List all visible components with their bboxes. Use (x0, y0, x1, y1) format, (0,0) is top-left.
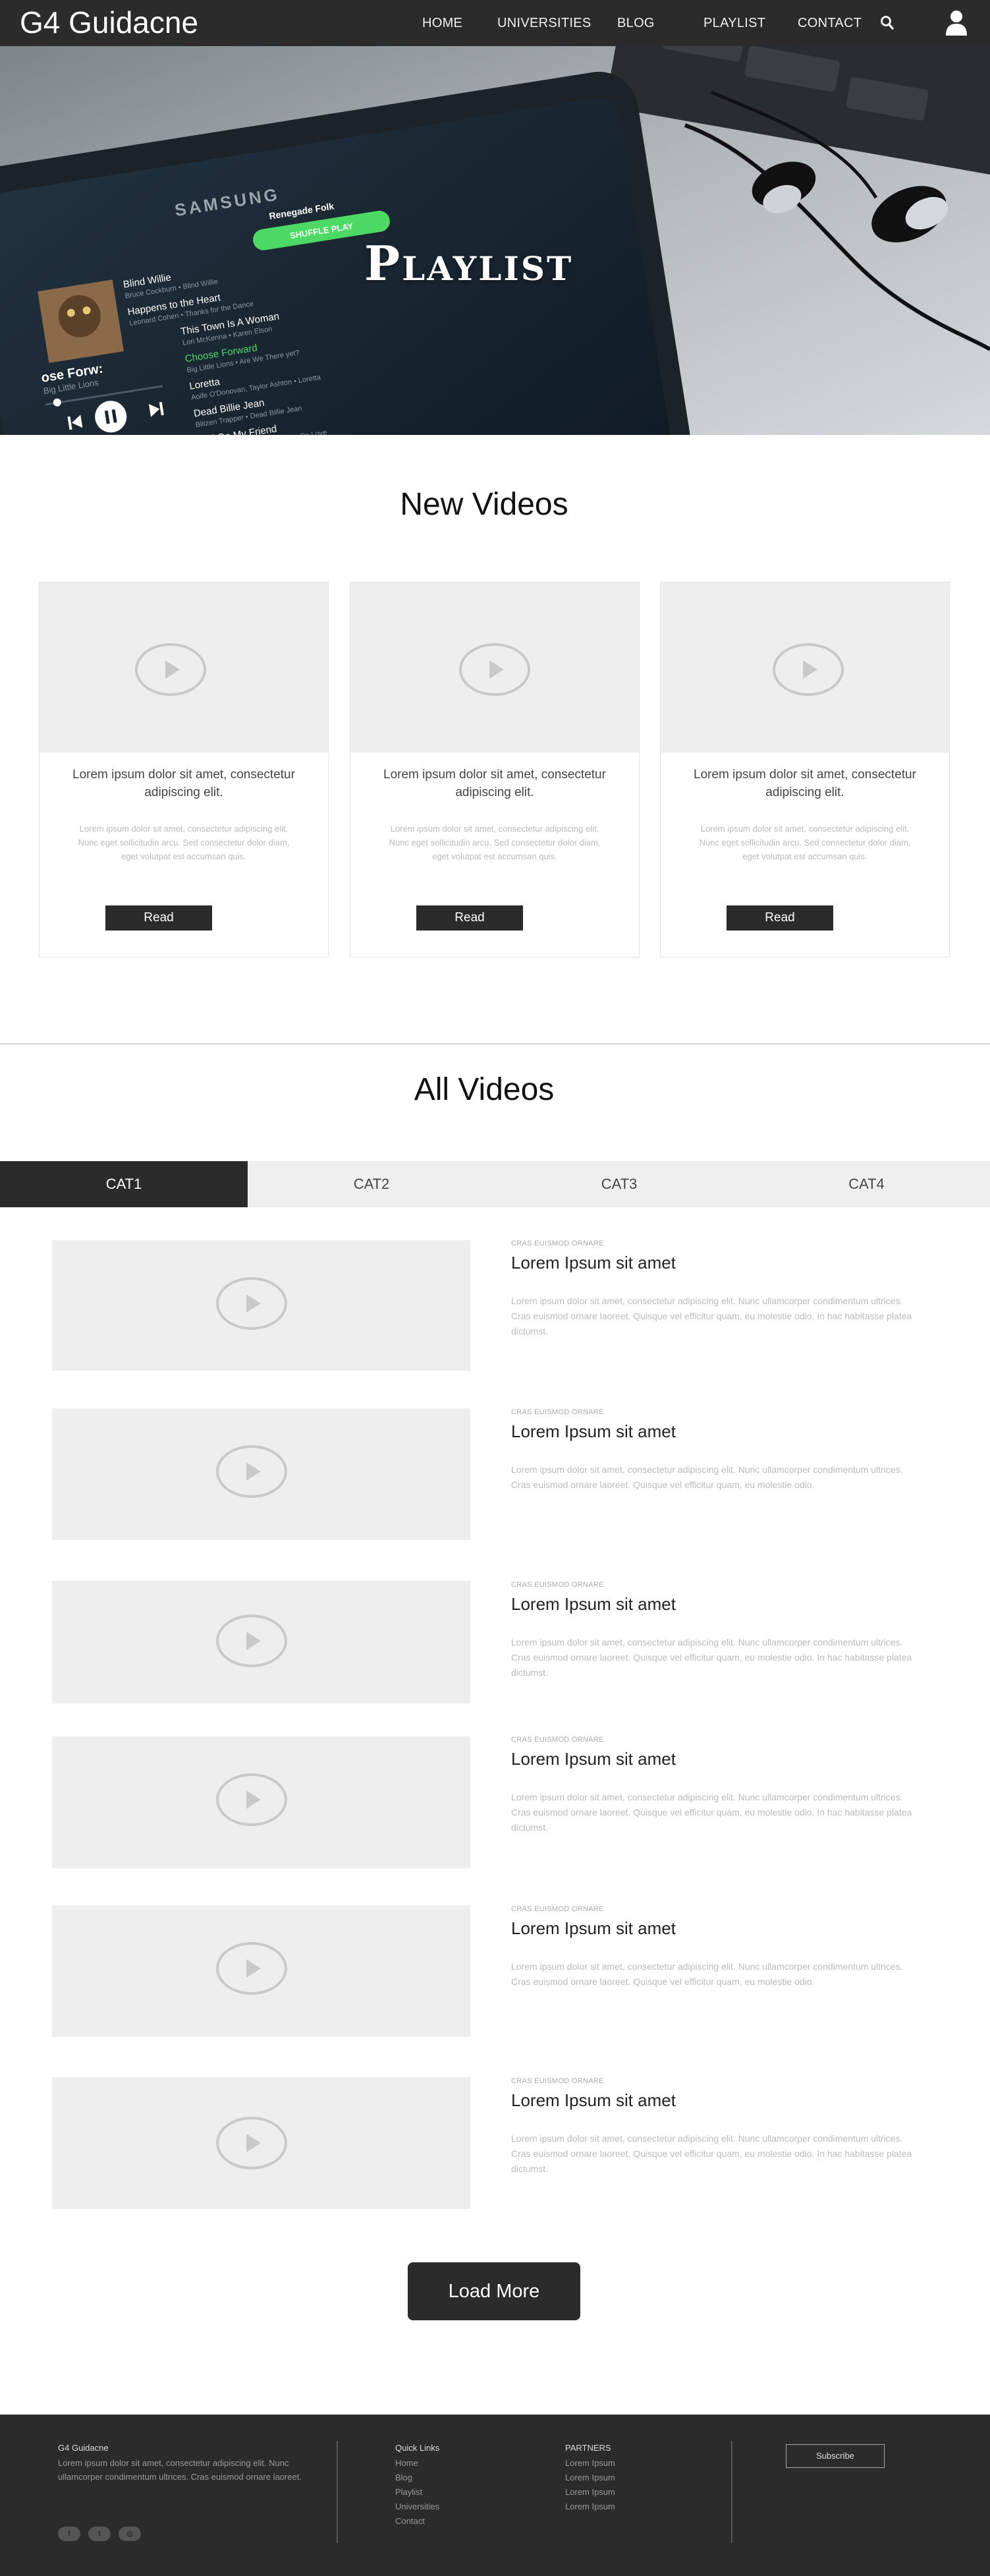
footer: G4 Guidacne Lorem ipsum dolor sit amet, … (0, 2415, 990, 2576)
video-card: Lorem ipsum dolor sit amet, consectetur … (39, 582, 329, 958)
read-button[interactable]: Read (727, 905, 833, 930)
page: G4 Guidacne HOME UNIVERSITIES BLOG PLAYL… (0, 0, 990, 2576)
video-title[interactable]: Lorem Ipsum sit amet (511, 1748, 676, 1769)
section-divider (0, 1043, 990, 1045)
video-description: Lorem ipsum dolor sit amet, consectetur … (511, 2133, 912, 2174)
partner-link[interactable]: Lorem Ipsum (565, 2487, 615, 2497)
nav-home[interactable]: HOME (422, 15, 462, 31)
video-description: Lorem ipsum dolor sit amet, consectetur … (511, 1792, 912, 1833)
play-icon[interactable] (216, 1942, 287, 1995)
partner-link[interactable]: Lorem Ipsum (565, 2458, 615, 2468)
video-thumbnail[interactable] (52, 1240, 470, 1371)
hero-title: Playlist (364, 235, 574, 291)
video-title[interactable]: Lorem Ipsum sit amet (511, 1252, 676, 1273)
video-thumbnail[interactable] (52, 1581, 470, 1703)
footer-brand: G4 Guidacne (58, 2443, 109, 2453)
hero-banner: SAMSUNG Renegade Folk SHUFFLE PLAY Blind… (0, 46, 990, 435)
nav-blog[interactable]: BLOG (617, 15, 655, 31)
video-thumbnail[interactable] (52, 2077, 470, 2209)
video-description: Lorem ipsum dolor sit amet, consectetur … (511, 1296, 912, 1336)
tab-cat2[interactable]: CAT2 (248, 1161, 495, 1207)
video-thumbnail[interactable] (52, 1408, 470, 1540)
card-text: Lorem ipsum dolor sit amet, consectetur … (78, 824, 290, 861)
read-button[interactable]: Read (105, 905, 212, 930)
card-title: Lorem ipsum dolor sit amet, consectetur … (694, 768, 916, 799)
footer-divider (731, 2441, 732, 2543)
nav-contact[interactable]: CONTACT (798, 15, 862, 31)
video-title[interactable]: Lorem Ipsum sit amet (511, 1593, 676, 1615)
video-category: CRAS EUISMOD ORNARE (511, 1736, 604, 1744)
footer-link-contact[interactable]: Contact (395, 2516, 425, 2526)
video-card: Lorem ipsum dolor sit amet, consectetur … (350, 582, 640, 958)
footer-about-text: Lorem ipsum dolor sit amet, consectetur … (58, 2458, 302, 2482)
top-navbar: G4 Guidacne HOME UNIVERSITIES BLOG PLAYL… (0, 0, 990, 46)
footer-link-playlist[interactable]: Playlist (395, 2487, 422, 2497)
video-thumbnail[interactable] (52, 1736, 470, 1868)
video-title[interactable]: Lorem Ipsum sit amet (511, 1918, 676, 1939)
partner-link[interactable]: Lorem Ipsum (565, 2473, 615, 2482)
search-icon[interactable] (880, 15, 894, 31)
video-description: Lorem ipsum dolor sit amet, consectetur … (511, 1637, 912, 1678)
partner-link[interactable]: Lorem Ipsum (565, 2502, 615, 2511)
quick-links-title: Quick Links (395, 2443, 440, 2453)
play-icon[interactable] (135, 643, 206, 696)
play-icon[interactable] (216, 1277, 287, 1330)
new-videos-title: New Videos (400, 487, 568, 522)
all-videos-title: All Videos (414, 1072, 555, 1107)
footer-link-blog[interactable]: Blog (395, 2473, 412, 2482)
footer-link-home[interactable]: Home (395, 2458, 418, 2468)
play-icon[interactable] (773, 643, 844, 696)
tab-cat3[interactable]: CAT3 (495, 1161, 743, 1207)
dribbble-icon[interactable]: ◎ (119, 2527, 141, 2541)
video-description: Lorem ipsum dolor sit amet, consectetur … (511, 1961, 903, 1987)
subscribe-button[interactable]: Subscribe (786, 2444, 885, 2468)
nav-playlist[interactable]: PLAYLIST (703, 15, 765, 31)
nav-universities[interactable]: UNIVERSITIES (497, 15, 591, 31)
video-description: Lorem ipsum dolor sit amet, consectetur … (511, 1464, 903, 1490)
video-title[interactable]: Lorem Ipsum sit amet (511, 1421, 676, 1442)
video-category: CRAS EUISMOD ORNARE (511, 2077, 604, 2085)
play-icon[interactable] (216, 1773, 287, 1826)
card-title: Lorem ipsum dolor sit amet, consectetur … (383, 768, 606, 799)
play-icon[interactable] (459, 643, 530, 696)
video-category: CRAS EUISMOD ORNARE (511, 1408, 604, 1416)
video-thumbnail[interactable] (52, 1905, 470, 2037)
video-category: CRAS EUISMOD ORNARE (511, 1581, 604, 1589)
tab-cat4[interactable]: CAT4 (743, 1161, 990, 1207)
tab-cat1[interactable]: CAT1 (0, 1161, 248, 1207)
load-more-button[interactable]: Load More (408, 2262, 580, 2320)
video-category: CRAS EUISMOD ORNARE (511, 1240, 604, 1247)
user-icon[interactable] (945, 9, 968, 36)
partners-title: PARTNERS (565, 2443, 611, 2453)
video-thumbnail[interactable] (40, 583, 328, 753)
twitter-icon[interactable]: t (88, 2527, 111, 2541)
facebook-icon[interactable]: f (58, 2527, 80, 2541)
video-thumbnail[interactable] (661, 583, 949, 753)
card-title: Lorem ipsum dolor sit amet, consectetur … (72, 768, 295, 799)
card-text: Lorem ipsum dolor sit amet, consectetur … (389, 824, 601, 861)
play-icon[interactable] (216, 1445, 287, 1498)
play-icon[interactable] (216, 1615, 287, 1667)
play-icon[interactable] (216, 2117, 287, 2169)
footer-divider (337, 2441, 338, 2543)
video-category: CRAS EUISMOD ORNARE (511, 1905, 604, 1913)
read-button[interactable]: Read (416, 905, 523, 930)
video-title[interactable]: Lorem Ipsum sit amet (511, 2090, 676, 2111)
footer-link-universities[interactable]: Universities (395, 2502, 439, 2511)
video-card: Lorem ipsum dolor sit amet, consectetur … (660, 582, 950, 958)
brand-logo[interactable]: G4 Guidacne (20, 5, 198, 40)
card-text: Lorem ipsum dolor sit amet, consectetur … (699, 824, 911, 861)
video-thumbnail[interactable] (350, 583, 639, 753)
